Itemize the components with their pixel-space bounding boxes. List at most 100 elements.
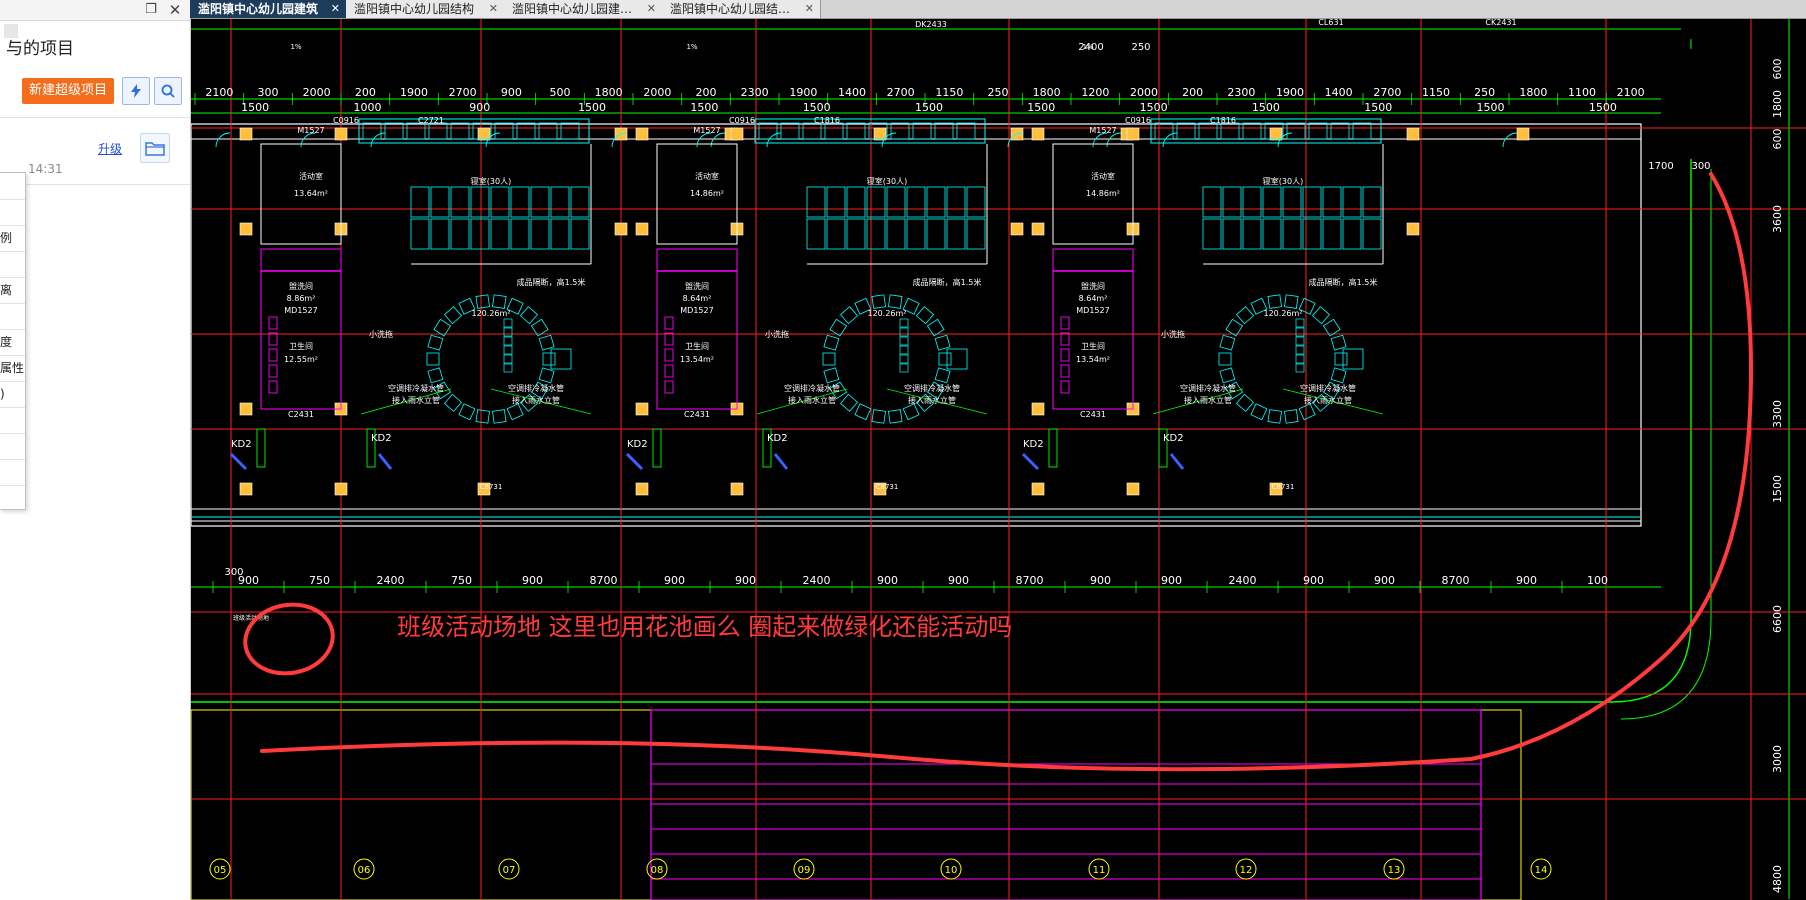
dimension-text: 1200 xyxy=(1081,86,1109,99)
menu-item-blank-5[interactable] xyxy=(0,407,25,434)
toilet-fixture xyxy=(1060,364,1070,378)
tab-close-icon[interactable]: ✕ xyxy=(331,0,340,18)
play-ring-segment xyxy=(1284,409,1299,424)
menu-item-4[interactable]: 属性 xyxy=(0,355,25,382)
tab-structure-2[interactable]: 滥阳镇中心幼儿园结… ✕ xyxy=(662,0,821,18)
window-label: C2431 xyxy=(684,410,710,419)
window-label: CL631 xyxy=(1318,19,1343,27)
tab-close-icon[interactable]: ✕ xyxy=(489,0,498,18)
play-ring-segment xyxy=(1330,334,1347,351)
column xyxy=(1010,222,1024,236)
tab-architecture-2[interactable]: 滥阳镇中心幼儿园建… ✕ xyxy=(504,0,663,18)
dimension-text: 1800 xyxy=(1033,86,1061,99)
search-button[interactable] xyxy=(154,77,182,105)
window-pane xyxy=(494,122,514,140)
dimension-text: 900 xyxy=(238,574,259,587)
new-super-project-button[interactable]: 新建超级项目 xyxy=(22,78,114,104)
menu-item-blank-3[interactable] xyxy=(0,251,25,278)
play-ring-segment xyxy=(475,409,490,424)
room-area: 12.55m² xyxy=(284,355,318,364)
door-swing xyxy=(1502,132,1518,148)
upgrade-link[interactable]: 升级 xyxy=(98,140,122,157)
wardrobe-unit xyxy=(966,218,986,250)
dimension-text: 1800 xyxy=(595,86,623,99)
column xyxy=(1126,127,1140,141)
menu-item-blank-8[interactable] xyxy=(0,485,25,509)
dimension-text: 1150 xyxy=(935,86,963,99)
play-ring-segment xyxy=(902,403,920,421)
open-folder-button[interactable] xyxy=(140,133,170,163)
storage-box xyxy=(550,348,572,370)
toilet-fixture xyxy=(268,380,278,394)
window-pane xyxy=(1242,122,1262,140)
door-frame xyxy=(256,428,266,468)
shelf-cell xyxy=(503,336,513,346)
pipe-note: 空调排冷凝水管 xyxy=(388,383,444,393)
column xyxy=(635,222,649,236)
window-pane xyxy=(428,122,448,140)
wardrobe-unit xyxy=(430,218,450,250)
menu-item-blank-4[interactable] xyxy=(0,303,25,330)
door-leaf xyxy=(1169,453,1185,470)
window-label: C0916 xyxy=(333,116,359,125)
play-ring-segment xyxy=(1235,393,1255,412)
window-pane xyxy=(1308,122,1328,140)
door-swing xyxy=(370,132,386,148)
menu-item-1[interactable]: 例 xyxy=(0,225,25,252)
door-swing xyxy=(1092,132,1108,148)
play-ring-segment xyxy=(888,409,903,424)
menu-item-5[interactable]: ) xyxy=(0,381,25,408)
menu-item-blank-2[interactable] xyxy=(0,199,25,226)
play-ring-segment xyxy=(1225,318,1244,337)
tab-close-icon[interactable]: ✕ xyxy=(647,0,656,18)
window-pane xyxy=(934,122,954,140)
menu-item-blank-6[interactable] xyxy=(0,433,25,460)
door-leaf xyxy=(229,452,248,471)
play-ring-segment xyxy=(538,367,555,384)
wardrobe-unit xyxy=(886,186,906,218)
pipe-note: 接入雨水立管 xyxy=(1304,395,1352,405)
window-pane xyxy=(780,122,800,140)
cad-drawing-canvas[interactable]: 活动室 13.64m² 寝室(30人) 120.26m² 盥洗间 8.86m² 卫生间 12.… xyxy=(191,19,1806,900)
menu-item-2[interactable]: 离 xyxy=(0,277,25,304)
tab-structure[interactable]: 滥阳镇中心幼儿园结构 ✕ xyxy=(346,0,505,18)
room-name: 活动室 xyxy=(1091,171,1115,181)
column xyxy=(334,127,348,141)
play-ring-segment xyxy=(427,367,444,384)
play-ring-segment xyxy=(888,294,903,309)
wardrobe-unit xyxy=(410,218,430,250)
close-icon[interactable]: ✕ xyxy=(164,0,186,20)
wardrobe-unit xyxy=(806,218,826,250)
tab-close-icon[interactable]: ✕ xyxy=(805,0,814,18)
dimension-text: 4800 xyxy=(1771,865,1784,893)
room-area: 120.26m² xyxy=(472,309,511,318)
tab-architecture[interactable]: 滥阳镇中心幼儿园建筑 ✕ xyxy=(190,0,347,18)
window-label: C1816 xyxy=(814,116,840,125)
tab-label: 滥阳镇中心幼儿园建… xyxy=(512,2,633,16)
window-pane xyxy=(1286,122,1306,140)
axis-label: 06 xyxy=(358,865,371,876)
shelf-cell xyxy=(899,318,909,328)
room-name: 盥洗间 xyxy=(1081,281,1105,291)
wardrobe-unit xyxy=(1322,186,1342,218)
wardrobe-unit xyxy=(926,218,946,250)
dimension-text: 2400 xyxy=(803,574,831,587)
play-ring-segment xyxy=(1330,367,1347,384)
door-label: MD1527 xyxy=(284,306,317,315)
site-label: 班级活动场地 xyxy=(233,614,269,622)
sync-button[interactable] xyxy=(122,77,150,105)
menu-item-3[interactable]: 度 xyxy=(0,329,25,356)
dimension-text: 1400 xyxy=(1325,86,1353,99)
dimension-text: 1500 xyxy=(578,101,606,114)
dimension-text: 1500 xyxy=(1364,101,1392,114)
restore-icon[interactable]: ❐ xyxy=(140,0,162,20)
dimension-text: 1800 xyxy=(1771,90,1784,118)
room-area: 8.64m² xyxy=(683,294,712,303)
markup-layer xyxy=(243,172,1754,772)
menu-item-blank-7[interactable] xyxy=(0,459,25,486)
menu-item-blank-1[interactable] xyxy=(0,173,25,200)
partition-note: 成品隔断，高1.5米 xyxy=(1309,277,1378,287)
play-ring-segment xyxy=(443,306,463,325)
play-ring-segment xyxy=(1267,409,1282,424)
column xyxy=(239,127,253,141)
